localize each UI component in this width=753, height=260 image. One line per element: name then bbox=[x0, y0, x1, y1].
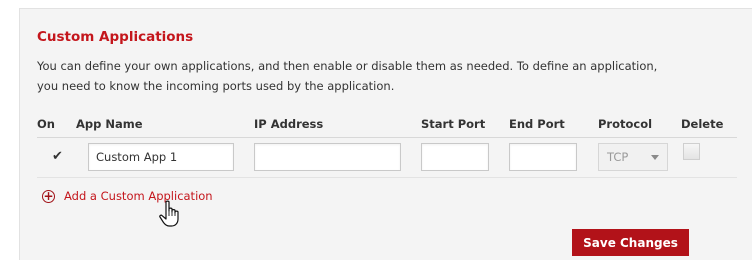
chevron-down-icon bbox=[651, 155, 659, 160]
row-divider bbox=[37, 177, 737, 178]
section-title: Custom Applications bbox=[37, 29, 194, 45]
add-custom-application-link[interactable]: Add a Custom Application bbox=[64, 189, 213, 203]
protocol-value: TCP bbox=[607, 150, 629, 164]
save-changes-button[interactable]: Save Changes bbox=[572, 229, 689, 256]
app-name-input[interactable] bbox=[88, 143, 234, 171]
header-ip-address: IP Address bbox=[254, 117, 324, 131]
plus-circle-icon[interactable]: + bbox=[42, 190, 55, 203]
start-port-input[interactable] bbox=[421, 143, 489, 171]
header-end-port: End Port bbox=[509, 117, 565, 131]
hand-pointer-icon bbox=[159, 200, 179, 227]
header-on: On bbox=[37, 117, 55, 131]
protocol-select[interactable]: TCP bbox=[598, 143, 668, 171]
header-start-port: Start Port bbox=[421, 117, 486, 131]
header-delete: Delete bbox=[681, 117, 724, 131]
header-protocol: Protocol bbox=[598, 117, 653, 131]
header-app-name: App Name bbox=[76, 117, 143, 131]
enabled-checkbox[interactable]: ✔ bbox=[50, 149, 65, 164]
header-divider bbox=[37, 137, 737, 138]
section-description: You can define your own applications, an… bbox=[37, 59, 658, 93]
ip-address-input[interactable] bbox=[254, 143, 401, 171]
custom-applications-panel: Custom Applications You can define your … bbox=[19, 8, 752, 260]
end-port-input[interactable] bbox=[509, 143, 577, 171]
delete-checkbox[interactable] bbox=[683, 143, 700, 160]
